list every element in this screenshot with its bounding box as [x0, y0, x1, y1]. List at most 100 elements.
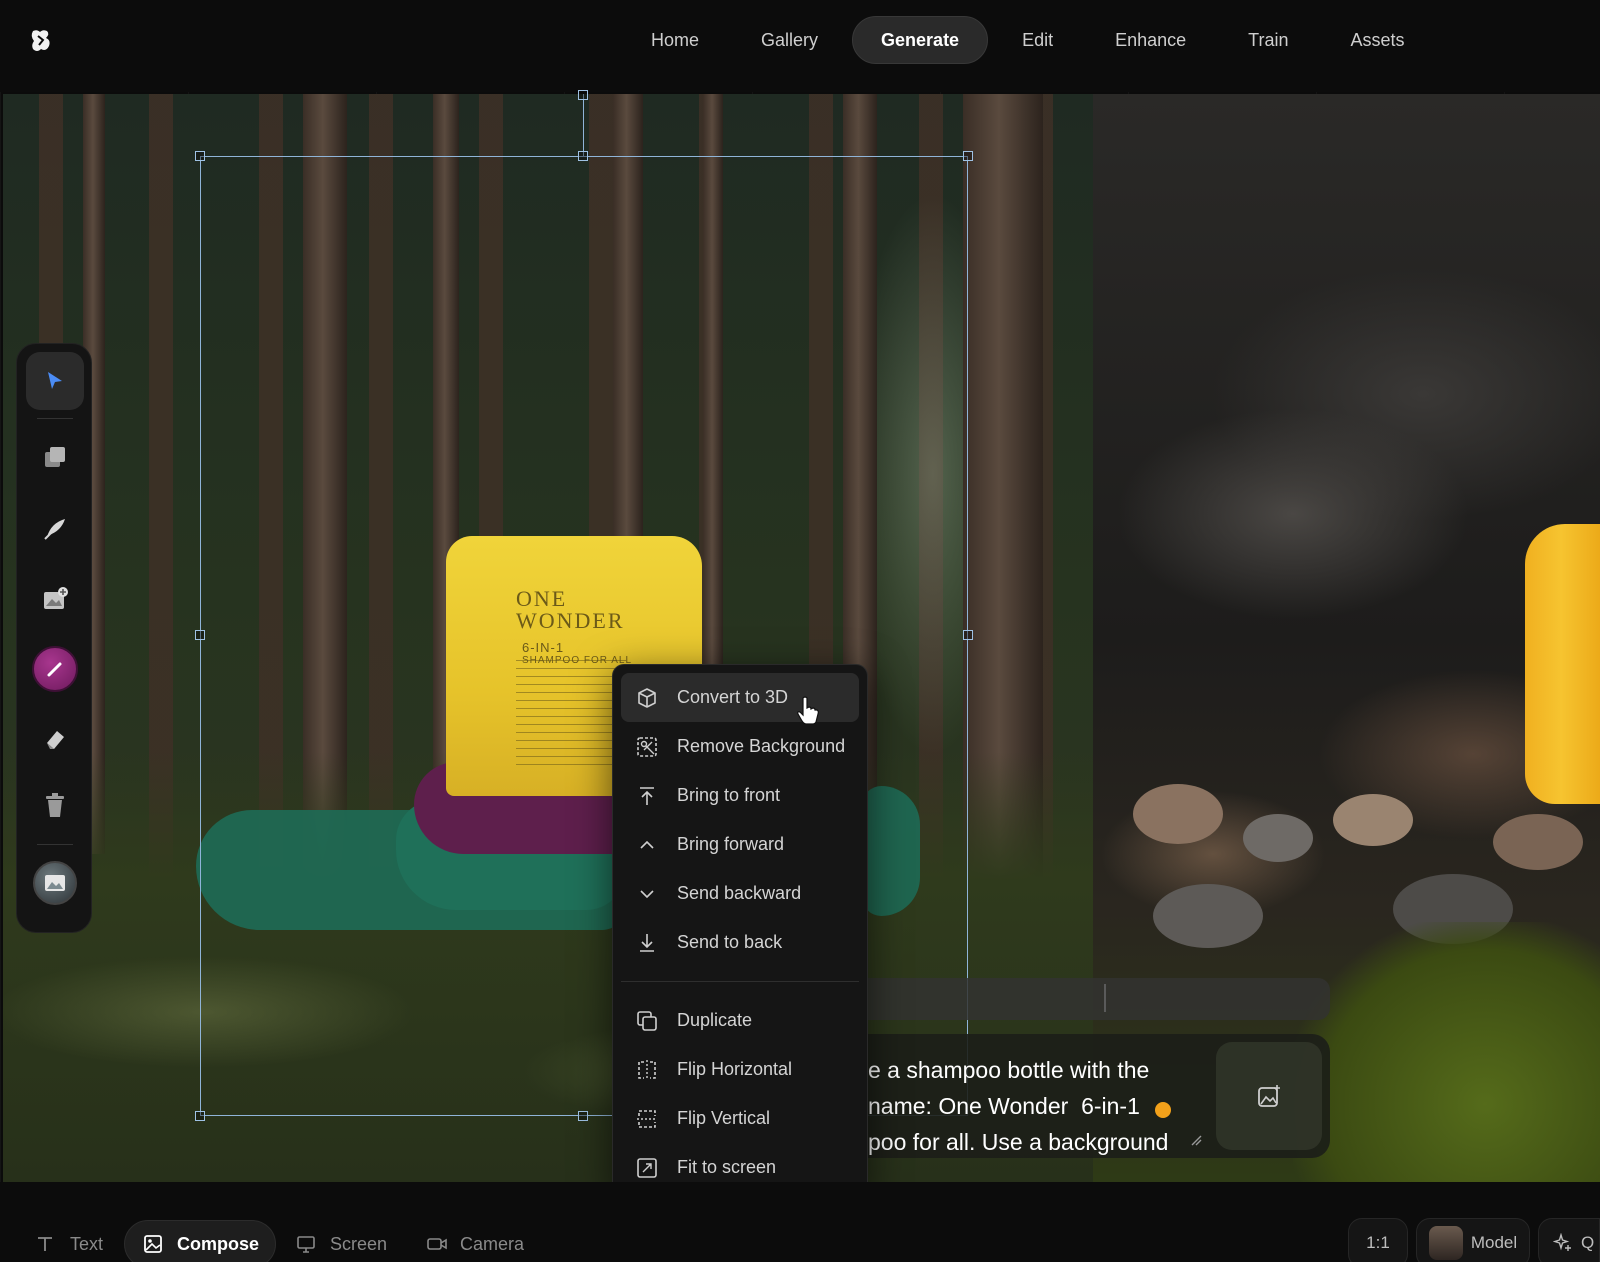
- fit-screen-icon: [637, 1157, 657, 1178]
- quality-button[interactable]: Q: [1538, 1218, 1600, 1262]
- rotate-handle-stem: [583, 94, 584, 156]
- trash-icon: [46, 793, 64, 817]
- left-toolbar: [16, 343, 92, 933]
- delete-tool[interactable]: [26, 776, 84, 834]
- duplicate-icon: [637, 1010, 657, 1031]
- add-image-reference-button[interactable]: [1216, 1042, 1322, 1150]
- resize-grip-icon[interactable]: [1190, 1134, 1202, 1146]
- mode-label: Compose: [177, 1233, 260, 1254]
- text-icon: [38, 1237, 52, 1251]
- select-tool[interactable]: [26, 352, 84, 410]
- menu-duplicate[interactable]: Duplicate: [621, 996, 859, 1045]
- arrow-up-to-line-icon: [640, 786, 654, 805]
- menu-item-label: Convert to 3D: [677, 687, 789, 707]
- menu-item-label: Send backward: [677, 883, 802, 903]
- flip-vertical-icon: [637, 1109, 657, 1128]
- menu-item-label: Duplicate: [677, 1010, 753, 1030]
- model-label: Model: [1470, 1233, 1518, 1252]
- chevron-up-icon: [640, 840, 654, 849]
- menu-flip-vertical[interactable]: Flip Vertical: [621, 1094, 859, 1143]
- menu-item-label: Fit to screen: [677, 1157, 777, 1177]
- image-icon: [144, 1235, 162, 1253]
- video-camera-icon: [427, 1238, 447, 1250]
- menu-item-label: Remove Background: [677, 736, 846, 756]
- cube-icon: [638, 687, 656, 708]
- menu-send-backward[interactable]: Send backward: [621, 869, 859, 918]
- mode-label: Screen: [330, 1233, 388, 1254]
- nav-edit[interactable]: Edit: [994, 16, 1081, 64]
- mode-text[interactable]: Text: [18, 1220, 119, 1262]
- image-tool[interactable]: [26, 854, 84, 912]
- menu-remove-background[interactable]: Remove Background: [621, 722, 859, 771]
- arrow-down-to-line-icon: [640, 933, 654, 952]
- mode-camera[interactable]: Camera: [408, 1220, 540, 1262]
- resize-handle-s[interactable]: [578, 1111, 588, 1121]
- menu-flip-horizontal[interactable]: Flip Horizontal: [621, 1045, 859, 1094]
- prompt-scroll-strip[interactable]: [868, 978, 1330, 1020]
- eraser-tool[interactable]: [26, 710, 84, 768]
- menu-bring-to-front[interactable]: Bring to front: [621, 771, 859, 820]
- image-plus-icon: [44, 587, 68, 609]
- resize-handle-w[interactable]: [195, 630, 205, 640]
- resize-handle-nw[interactable]: [195, 151, 205, 161]
- resize-handle-ne[interactable]: [963, 151, 973, 161]
- quality-label: Q: [1581, 1233, 1595, 1252]
- monitor-icon: [297, 1236, 315, 1253]
- toolbar-divider: [37, 844, 73, 845]
- prompt-status-dot: [1155, 1102, 1171, 1118]
- menu-item-label: Send to back: [677, 932, 783, 952]
- layers-tool[interactable]: [26, 428, 84, 486]
- flip-horizontal-icon: [638, 1059, 656, 1080]
- nav-home[interactable]: Home: [623, 16, 727, 64]
- model-avatar: [1428, 1226, 1463, 1260]
- layers-icon: [45, 447, 65, 467]
- pebble: [1153, 884, 1263, 948]
- eraser-icon: [47, 731, 64, 749]
- toolbar-divider: [37, 418, 73, 419]
- menu-bring-forward[interactable]: Bring forward: [621, 820, 859, 869]
- nav-train[interactable]: Train: [1220, 16, 1316, 64]
- nav-assets[interactable]: Assets: [1323, 16, 1433, 64]
- resize-handle-e[interactable]: [963, 630, 973, 640]
- nav-generate[interactable]: Generate: [852, 16, 989, 64]
- top-bar: Home Gallery Generate Edit Enhance Train…: [0, 0, 1600, 92]
- mode-compose[interactable]: Compose: [124, 1220, 277, 1262]
- nav-gallery[interactable]: Gallery: [733, 16, 846, 64]
- pebble: [1333, 794, 1413, 846]
- menu-item-label: Bring forward: [677, 834, 785, 854]
- sparkle-icon: [1553, 1233, 1571, 1251]
- menu-divider: [621, 981, 859, 982]
- mode-label: Text: [70, 1233, 104, 1254]
- hand-cursor-icon: [797, 696, 819, 725]
- bottle-preview: [1525, 524, 1600, 804]
- prompt-scroll-thumb[interactable]: [1104, 984, 1106, 1012]
- draw-tool[interactable]: [26, 500, 84, 558]
- nav-enhance[interactable]: Enhance: [1087, 16, 1214, 64]
- moss-patch: [1293, 922, 1600, 1182]
- menu-send-to-back[interactable]: Send to back: [621, 918, 859, 967]
- aspect-ratio-button[interactable]: 1:1: [1348, 1218, 1408, 1262]
- pebble: [1133, 784, 1223, 844]
- model-selector-button[interactable]: Model: [1416, 1218, 1530, 1262]
- brush-icon: [47, 662, 62, 677]
- add-image-tool[interactable]: [26, 570, 84, 628]
- prompt-input[interactable]: e a shampoo bottle with the name: One Wo…: [868, 1052, 1198, 1160]
- prompt-panel: e a shampoo bottle with the name: One Wo…: [868, 1034, 1330, 1158]
- menu-item-label: Bring to front: [677, 785, 781, 805]
- context-menu: Convert to 3D Remove Background Bring to…: [612, 664, 868, 1196]
- photo-icon: [33, 861, 77, 905]
- resize-handle-sw[interactable]: [195, 1111, 205, 1121]
- brush-color-swatch: [32, 646, 78, 692]
- feather-icon: [44, 519, 65, 540]
- brush-tool[interactable]: [26, 640, 84, 698]
- menu-item-label: Flip Vertical: [677, 1108, 771, 1128]
- image-sparkle-icon: [1258, 1085, 1280, 1107]
- pointer-arrow-icon: [48, 372, 62, 389]
- aspect-ratio-label: 1:1: [1366, 1233, 1390, 1252]
- menu-convert-to-3d[interactable]: Convert to 3D: [621, 673, 859, 722]
- rotate-handle[interactable]: [578, 90, 588, 100]
- mode-screen[interactable]: Screen: [278, 1220, 403, 1262]
- app-logo-icon[interactable]: [30, 28, 52, 54]
- resize-handle-n[interactable]: [578, 151, 588, 161]
- chevron-down-icon: [640, 889, 654, 898]
